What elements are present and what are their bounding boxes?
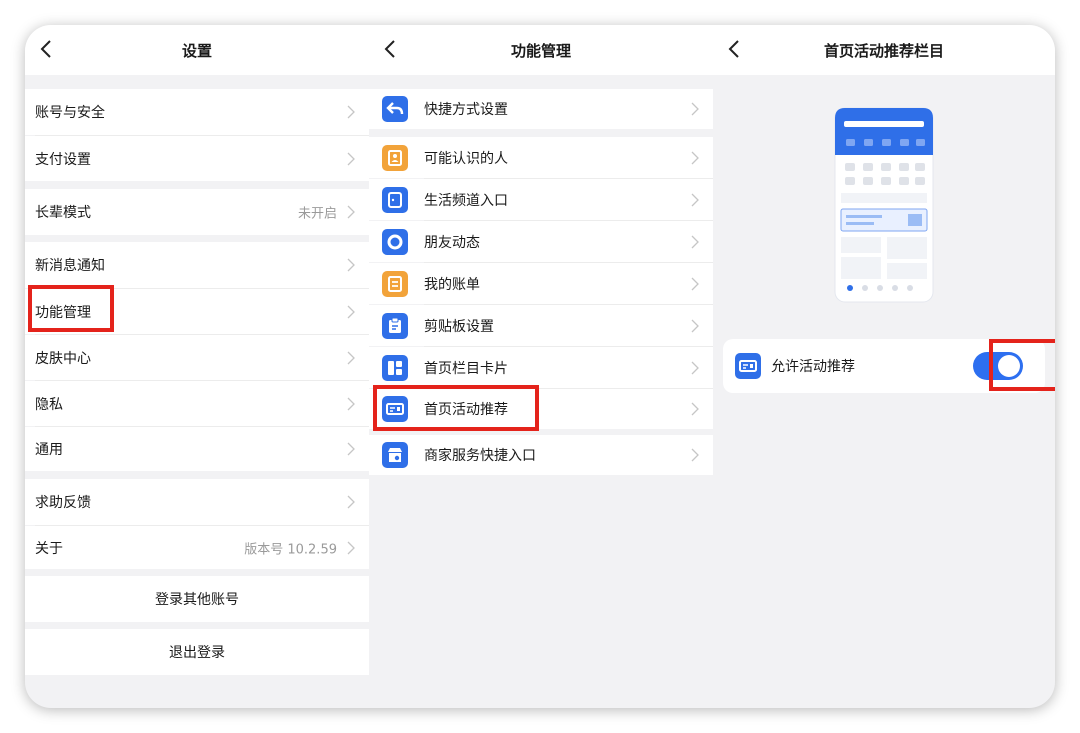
shop-icon (382, 442, 408, 468)
chevron-right-icon (691, 235, 699, 248)
item-label: 支付设置 (35, 151, 91, 168)
item-label: 朋友动态 (424, 234, 480, 251)
feature-item-life-channel[interactable]: 生活频道入口 (369, 179, 713, 220)
feature-management-panel: 功能管理 快捷方式设置 可能认识的人 生活频道入口 朋友动态 我的账单 剪贴板设… (369, 25, 713, 708)
item-label: 新消息通知 (35, 258, 105, 274)
chevron-right-icon (691, 319, 699, 332)
activity-recommendation-panel: 首页活动推荐栏目 允许活动推荐 (713, 25, 1055, 708)
chevron-right-icon (347, 305, 355, 318)
allow-activity-recommendation-row: 允许活动推荐 (723, 339, 1045, 393)
phone-illustration (834, 107, 934, 303)
item-label: 我的账单 (424, 276, 480, 293)
chevron-right-icon (347, 541, 355, 554)
activity-nav-bar: 首页活动推荐栏目 (713, 25, 1055, 75)
feature-item-merchant-service[interactable]: 商家服务快捷入口 (369, 435, 713, 475)
page-title: 首页活动推荐栏目 (823, 42, 944, 60)
settings-item-general[interactable]: 通用 (25, 427, 369, 471)
settings-item-feature-management[interactable]: 功能管理 (25, 289, 369, 334)
item-label: 关于 (35, 540, 63, 557)
chevron-right-icon (691, 361, 699, 374)
chevron-right-icon (347, 258, 355, 272)
door-icon (382, 186, 408, 213)
clipboard-icon (382, 312, 408, 339)
ring-icon (382, 228, 408, 255)
settings-item-help-feedback[interactable]: 求助反馈 (25, 479, 369, 525)
item-label: 快捷方式设置 (424, 102, 508, 118)
column-card-icon (382, 354, 408, 381)
chevron-right-icon (691, 277, 699, 290)
version-value: 版本号 10.2.59 (244, 542, 337, 557)
item-label: 可能认识的人 (424, 150, 508, 167)
feature-item-people-you-may-know[interactable]: 可能认识的人 (369, 137, 713, 178)
settings-item-elder-mode[interactable]: 长辈模式 未开启 (25, 189, 369, 235)
chevron-right-icon (691, 102, 699, 116)
item-label: 生活频道入口 (424, 192, 508, 209)
item-label: 商家服务快捷入口 (424, 448, 536, 464)
feature-item-shortcut-settings[interactable]: 快捷方式设置 (369, 89, 713, 129)
chevron-right-icon (691, 151, 699, 164)
login-other-account-button[interactable]: 登录其他账号 (25, 576, 369, 622)
settings-item-skin-center[interactable]: 皮肤中心 (25, 335, 369, 380)
feature-item-homepage-column-card[interactable]: 首页栏目卡片 (369, 347, 713, 388)
chevron-right-icon (347, 397, 355, 410)
settings-item-about[interactable]: 关于 版本号 10.2.59 (25, 526, 369, 569)
item-label: 隐私 (35, 396, 63, 413)
chevron-right-icon (691, 193, 699, 206)
banner-icon (735, 353, 761, 379)
toggle-label: 允许活动推荐 (771, 359, 855, 375)
settings-nav-bar: 设置 (25, 25, 369, 75)
settings-item-payment[interactable]: 支付设置 (25, 136, 369, 181)
chevron-right-icon (347, 351, 355, 364)
bill-icon (382, 270, 408, 297)
item-label: 皮肤中心 (35, 350, 91, 367)
back-arrow-icon (382, 96, 408, 122)
screenshot-frame: 设置 账号与安全 支付设置 长辈模式 未开启 新消息通知 功能管理 皮肤中心 隐… (25, 25, 1055, 708)
feature-nav-bar: 功能管理 (369, 25, 713, 75)
page-title: 设置 (181, 42, 212, 60)
settings-item-notifications[interactable]: 新消息通知 (25, 242, 369, 288)
item-label: 求助反馈 (35, 495, 91, 511)
button-label: 退出登录 (169, 645, 225, 661)
settings-item-privacy[interactable]: 隐私 (25, 381, 369, 426)
chevron-right-icon (347, 152, 355, 165)
toggle-knob (998, 355, 1020, 377)
chevron-right-icon (347, 495, 355, 509)
chevron-right-icon (347, 442, 355, 456)
item-value: 未开启 (297, 206, 337, 222)
chevron-right-icon (691, 448, 699, 462)
chevron-right-icon (691, 402, 699, 416)
chevron-right-icon (347, 205, 355, 219)
allow-activity-toggle[interactable] (973, 352, 1023, 380)
item-label: 账号与安全 (35, 105, 105, 121)
logout-button[interactable]: 退出登录 (25, 629, 369, 675)
settings-panel: 设置 账号与安全 支付设置 长辈模式 未开启 新消息通知 功能管理 皮肤中心 隐… (25, 25, 369, 708)
feature-item-my-bill[interactable]: 我的账单 (369, 263, 713, 304)
item-label: 长辈模式 (35, 205, 91, 221)
banner-icon (382, 396, 408, 422)
contact-card-icon (382, 144, 408, 171)
settings-item-account-security[interactable]: 账号与安全 (25, 89, 369, 135)
chevron-right-icon (347, 105, 355, 119)
page-title: 功能管理 (510, 42, 571, 60)
item-label: 剪贴板设置 (424, 318, 494, 335)
item-label: 首页栏目卡片 (424, 360, 508, 377)
feature-item-homepage-activity[interactable]: 首页活动推荐 (369, 389, 713, 429)
button-label: 登录其他账号 (155, 592, 239, 608)
feature-item-clipboard-settings[interactable]: 剪贴板设置 (369, 305, 713, 346)
item-label: 首页活动推荐 (424, 402, 508, 418)
item-label: 功能管理 (35, 304, 91, 321)
item-label: 通用 (35, 442, 63, 458)
feature-item-friend-moments[interactable]: 朋友动态 (369, 221, 713, 262)
